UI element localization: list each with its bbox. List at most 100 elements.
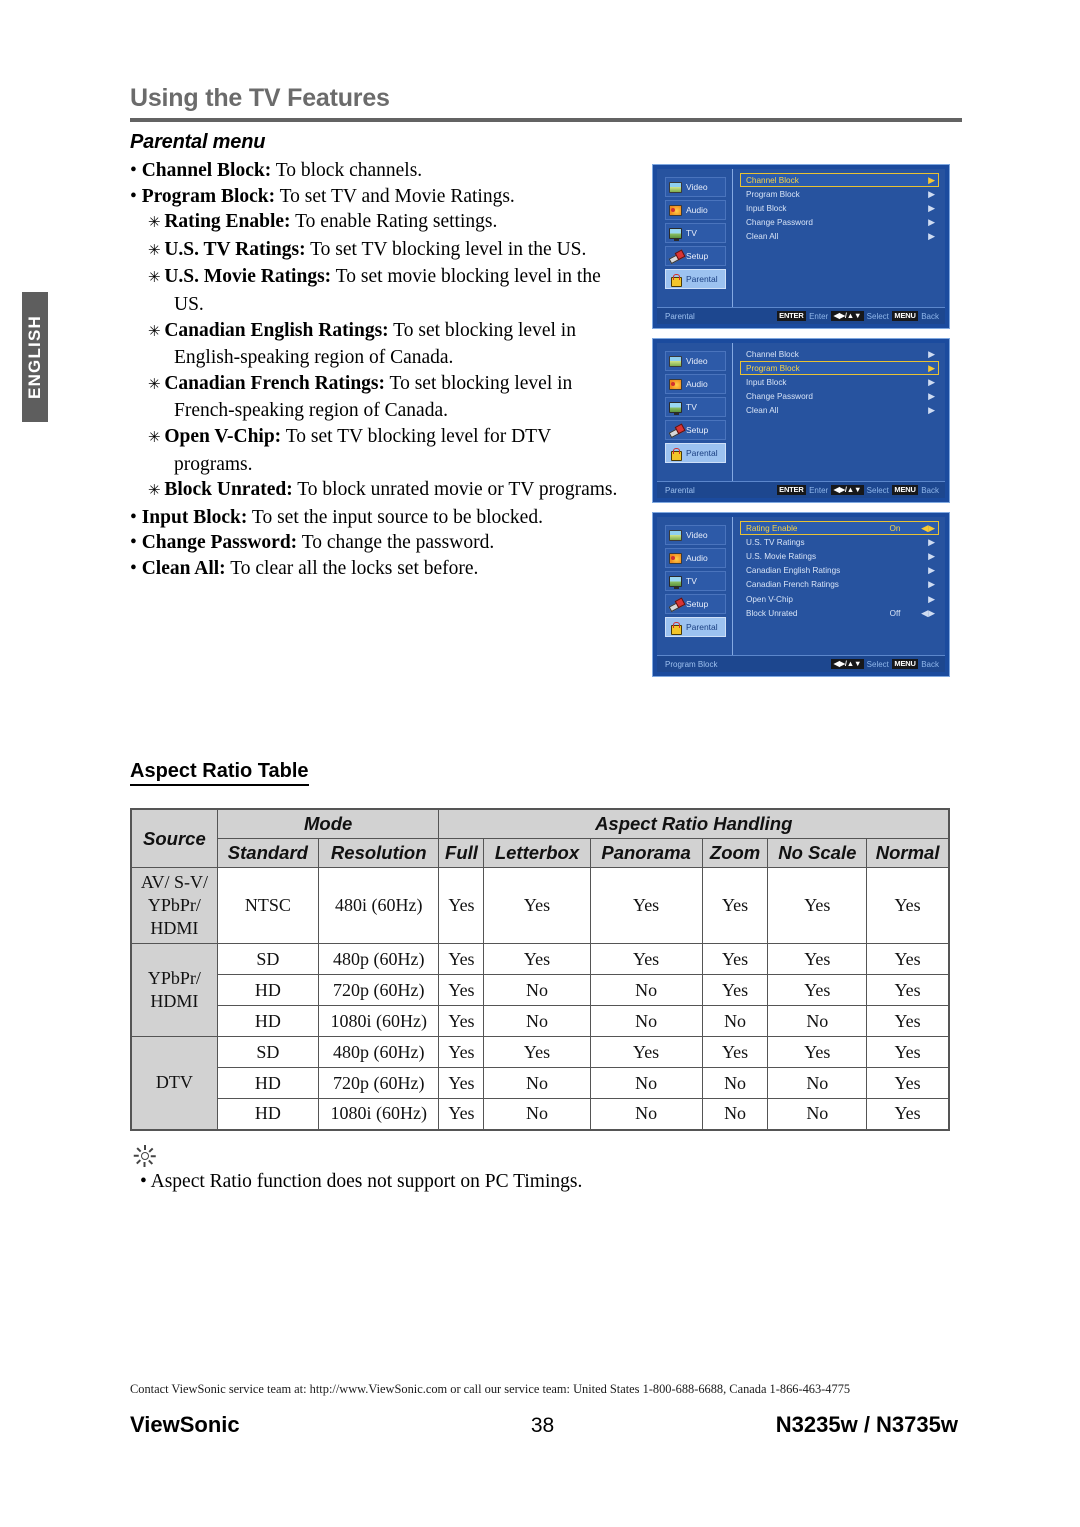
osd-key-hints: ◀▶/▲▼ Select MENU Back [831, 659, 939, 669]
table-cell: Yes [438, 1098, 485, 1130]
osd-menu-item-label: Input Block [746, 377, 787, 387]
chevron-right-icon: ▶ [928, 391, 935, 402]
table-cell: No [589, 1067, 703, 1099]
tv-icon [669, 401, 682, 415]
table-cell: No [767, 1098, 868, 1130]
table-cell: Yes [483, 943, 591, 975]
osd-key-badge: MENU [891, 659, 919, 669]
table-cell: Yes [866, 943, 950, 975]
osd-menu-item[interactable]: Input Block ▶ [740, 201, 939, 215]
chevron-right-icon: ▶ [928, 376, 935, 387]
osd-sidebar-item-video[interactable]: Video [665, 525, 726, 545]
osd-sidebar-item-tv[interactable]: TV [665, 223, 726, 243]
feature-item: U.S. TV Ratings: To set TV blocking leve… [130, 237, 630, 265]
table-cell: HD [216, 974, 319, 1006]
osd-menu-item[interactable]: Program Block ▶ [740, 187, 939, 201]
osd-sidebar-item-setup[interactable]: Setup [665, 420, 726, 440]
feature-item: Clean All: To clear all the locks set be… [130, 556, 630, 582]
chevron-right-icon: ▶ [928, 405, 935, 416]
parental-icon [669, 447, 682, 461]
feature-term: Canadian French Ratings: [164, 372, 385, 394]
table-row: YPbPr/HDMI SD 480p (60Hz) Yes Yes Yes Yes Yes Ye… [130, 943, 950, 1037]
osd-sidebar-item-label: TV [686, 576, 697, 586]
osd-menu-item[interactable]: Input Block ▶ [740, 375, 939, 389]
osd-sidebar-item-audio[interactable]: Audio [665, 200, 726, 220]
table-cell: Yes [701, 867, 769, 944]
feature-item: Block Unrated: To block unrated movie or… [130, 477, 630, 505]
feature-term: Channel Block: [141, 160, 272, 181]
osd-sidebar-item-setup[interactable]: Setup [665, 246, 726, 266]
feature-item: Canadian French Ratings: To set blocking… [130, 371, 630, 424]
osd-menu-item[interactable]: Block Unrated Off ◀▶ [740, 606, 939, 620]
audio-icon [669, 204, 682, 216]
osd-menu-item-label: U.S. Movie Ratings [746, 551, 817, 561]
osd-sidebar-item-video[interactable]: Video [665, 177, 726, 197]
chevron-right-icon: ▶ [928, 217, 935, 228]
note-block: • Aspect Ratio function does not support… [130, 1144, 962, 1193]
tv-icon [669, 227, 682, 241]
table-cell: 720p (60Hz) [317, 974, 440, 1006]
osd-menu-item[interactable]: Change Password ▶ [740, 390, 939, 404]
osd-body: Video Audio TV Setup Parental Channel Block ▶ P… [657, 343, 945, 498]
osd-sidebar-item-parental[interactable]: Parental [665, 617, 726, 637]
chevron-right-icon: ▶ [928, 536, 935, 547]
osd-menu-item[interactable]: Channel Block ▶ [740, 347, 939, 361]
chevron-right-icon: ▶ [928, 202, 935, 213]
col-header-source: Source [130, 808, 218, 868]
osd-sidebar: Video Audio TV Setup Parental [657, 517, 733, 672]
feature-term: Input Block: [141, 506, 248, 528]
table-cell: Yes [866, 867, 950, 944]
osd-sidebar: Video Audio TV Setup Parental [657, 169, 733, 324]
osd-key-hints: ENTER Enter ◀▶/▲▼ Select MENU Back [776, 485, 939, 495]
osd-sidebar: Video Audio TV Setup Parental [657, 343, 733, 498]
osd-menu-item[interactable]: Canadian English Ratings ▶ [740, 564, 939, 578]
osd-sidebar-item-label: Video [686, 182, 708, 192]
osd-sidebar-item-tv[interactable]: TV [665, 397, 726, 417]
feature-term: Canadian English Ratings: [164, 319, 389, 341]
table-cell: Yes [589, 1036, 703, 1068]
osd-menu-item[interactable]: Change Password ▶ [740, 216, 939, 230]
osd-key-badge: ◀▶/▲▼ [831, 311, 864, 321]
osd-key-badge: ◀▶/▲▼ [831, 485, 864, 495]
osd-key-hints: ENTER Enter ◀▶/▲▼ Select MENU Back [776, 311, 939, 321]
osd-sidebar-item-parental[interactable]: Parental [665, 269, 726, 289]
audio-icon [669, 378, 682, 390]
osd-key-badge: ◀▶/▲▼ [831, 659, 864, 669]
page-content: Using the TV Features Parental menu Chan… [130, 0, 962, 1527]
osd-key-badge: ENTER [776, 311, 807, 321]
feature-term: Rating Enable: [164, 211, 291, 233]
table-cell-source: AV/ S-V/YPbPr/HDMI [130, 867, 218, 944]
sun-tip-icon [133, 1144, 156, 1167]
osd-sidebar-item-video[interactable]: Video [665, 351, 726, 371]
feature-item: Change Password: To change the password. [130, 530, 630, 556]
osd-sidebar-item-parental[interactable]: Parental [665, 443, 726, 463]
osd-status-title: Parental [665, 311, 695, 321]
col-header-full: Full [438, 838, 485, 868]
table-cell: Yes [767, 974, 868, 1006]
setup-icon [669, 251, 682, 262]
osd-sidebar-item-setup[interactable]: Setup [665, 594, 726, 614]
osd-menu-item-label: Canadian French Ratings [746, 580, 839, 590]
osd-menu-item[interactable]: Canadian French Ratings ▶ [740, 578, 939, 592]
osd-sidebar-item-audio[interactable]: Audio [665, 374, 726, 394]
osd-menu-item[interactable]: U.S. Movie Ratings ▶ [740, 549, 939, 563]
osd-menu-item[interactable]: Program Block ▶ [740, 361, 939, 376]
footer-model: N3235w / N3735w [775, 1412, 958, 1437]
osd-sidebar-item-audio[interactable]: Audio [665, 548, 726, 568]
osd-menu-item[interactable]: Rating Enable On ◀▶ [740, 521, 939, 536]
aspect-ratio-table-heading: Aspect Ratio Table [130, 760, 309, 786]
osd-menu-list: Channel Block ▶ Program Block ▶ Input Block ▶… [733, 343, 945, 498]
osd-key-hint-label: Back [921, 311, 939, 321]
osd-key-badge: ENTER [776, 485, 807, 495]
osd-menu-item[interactable]: Clean All ▶ [740, 230, 939, 244]
osd-menu-item[interactable]: U.S. TV Ratings ▶ [740, 535, 939, 549]
feature-item: U.S. Movie Ratings: To set movie blockin… [130, 264, 630, 317]
osd-menu-item[interactable]: Open V-Chip ▶ [740, 592, 939, 606]
osd-menu-item[interactable]: Clean All ▶ [740, 404, 939, 418]
osd-status-bar: Parental ENTER Enter ◀▶/▲▼ Select MENU Back [657, 307, 945, 324]
osd-menu-list: Channel Block ▶ Program Block ▶ Input Block ▶… [733, 169, 945, 324]
osd-menu-item[interactable]: Channel Block ▶ [740, 173, 939, 188]
osd-sidebar-item-tv[interactable]: TV [665, 571, 726, 591]
feature-description: To set TV and Movie Ratings. [275, 185, 515, 207]
page-footer: ViewSonic 38 N3235w / N3735w [130, 1412, 962, 1438]
